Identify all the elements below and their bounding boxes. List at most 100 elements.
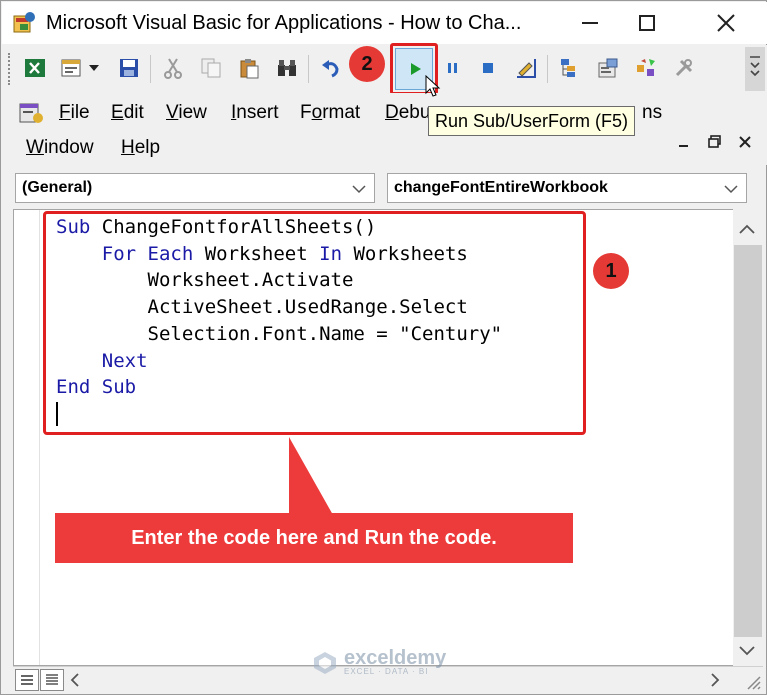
vertical-scrollbar[interactable] [733, 209, 763, 666]
view-excel-button[interactable] [22, 55, 48, 81]
chevron-down-icon [352, 185, 366, 194]
undo-icon [322, 60, 339, 78]
insert-dropdown-button[interactable] [86, 55, 102, 81]
code-line[interactable]: End Sub [56, 374, 502, 401]
procedure-dropdown[interactable]: changeFontEntireWorkbook [387, 173, 747, 203]
mouse-cursor-icon [425, 75, 441, 97]
full-module-view-button[interactable] [40, 669, 64, 691]
vba-editor-window: Microsoft Visual Basic for Applications … [0, 0, 767, 695]
toolbar-grip[interactable] [8, 53, 12, 85]
callout-pointer [289, 437, 333, 515]
menu-item-insert[interactable]: Insert [231, 102, 279, 124]
code-line[interactable]: Selection.Font.Name = "Century" [56, 321, 503, 348]
toolbar-separator [547, 55, 548, 83]
toolbar-separator [308, 55, 309, 83]
excel-view-icon [25, 59, 45, 77]
step-badge-2: 2 [349, 46, 385, 82]
toolbar-separator [150, 55, 151, 83]
object-browser-icon [637, 59, 655, 76]
code-keyword: End Sub [56, 376, 137, 399]
maximize-button[interactable] [619, 2, 675, 44]
code-line[interactable]: Next [56, 348, 502, 375]
code-text: Worksheet.Activate [56, 269, 354, 292]
maximize-icon [639, 15, 655, 31]
code-line[interactable]: For Each Worksheet In Worksheets [56, 241, 502, 268]
save-button[interactable] [116, 55, 142, 81]
code-line[interactable]: Worksheet.Activate [56, 267, 502, 294]
minimize-icon [679, 145, 688, 147]
find-icon [278, 60, 296, 76]
break-icon [448, 63, 457, 73]
module-window-icon[interactable] [18, 100, 46, 126]
menu-bar: File Edit View Insert Format Debu ns Window Hel… [2, 93, 767, 165]
exceldemy-watermark: exceldemy EXCEL · DATA · BI [312, 647, 447, 676]
code-line[interactable] [56, 401, 502, 428]
watermark-name: exceldemy [344, 647, 447, 669]
paste-button[interactable] [236, 55, 262, 81]
toolbox-button[interactable] [671, 55, 697, 81]
code-lines[interactable]: Sub ChangeFontforAllSheets() For Each Wo… [56, 214, 502, 428]
title-bar: Microsoft Visual Basic for Applications … [2, 2, 767, 44]
menu-item-file[interactable]: File [59, 102, 90, 124]
code-line[interactable]: ActiveSheet.UsedRange.Select [56, 294, 502, 321]
properties-button[interactable] [595, 55, 621, 81]
step-badge-1: 1 [593, 253, 629, 289]
menu-item-ns[interactable]: ns [642, 102, 662, 124]
close-icon [717, 14, 735, 32]
code-text: Worksheets [342, 242, 468, 265]
doc-restore-button[interactable] [708, 135, 721, 153]
project-explorer-button[interactable] [557, 55, 583, 81]
full-module-view-icon [46, 674, 58, 685]
menu-item-debu[interactable]: Debu [385, 102, 430, 124]
scroll-right-icon[interactable] [709, 673, 721, 687]
scroll-up-icon[interactable] [738, 223, 756, 235]
menu-item-window[interactable]: Window [26, 137, 94, 159]
cut-button[interactable] [160, 55, 186, 81]
find-button[interactable] [274, 55, 300, 81]
code-gutter[interactable] [14, 210, 40, 665]
insert-module-button[interactable] [58, 55, 84, 81]
code-keyword: For Each [101, 242, 194, 265]
undo-button[interactable] [318, 55, 344, 81]
code-line[interactable]: Sub ChangeFontforAllSheets() [56, 214, 502, 241]
copy-icon [201, 58, 221, 78]
chevron-down-icon [750, 56, 760, 77]
scroll-down-icon[interactable] [738, 645, 756, 657]
menu-item-format[interactable]: Format [300, 102, 360, 124]
menu-item-edit[interactable]: Edit [111, 102, 144, 124]
cut-icon [164, 58, 182, 79]
menu-item-help[interactable]: Help [121, 137, 160, 159]
design-mode-button[interactable] [513, 55, 539, 81]
close-icon [739, 136, 751, 148]
resize-grip-icon[interactable] [742, 673, 762, 691]
code-keyword: Sub [56, 216, 91, 238]
doc-minimize-button[interactable] [679, 135, 688, 147]
code-text: ActiveSheet.UsedRange.Select [56, 296, 468, 319]
scroll-left-icon[interactable] [69, 673, 81, 687]
minimize-button[interactable] [562, 2, 618, 44]
object-dropdown-value: (General) [22, 179, 93, 196]
save-icon [120, 59, 138, 77]
toolbar-overflow[interactable] [745, 47, 765, 91]
procedure-view-icon [21, 675, 33, 685]
run-tooltip: Run Sub/UserForm (F5) [428, 106, 636, 136]
procedure-dropdown-value: changeFontEntireWorkbook [394, 179, 608, 196]
menu-item-view[interactable]: View [166, 102, 207, 124]
reset-button[interactable] [475, 55, 501, 81]
procedure-view-button[interactable] [15, 669, 39, 691]
text-caret [56, 402, 58, 427]
code-keyword: In [319, 242, 343, 265]
break-button[interactable] [440, 55, 466, 81]
code-text: ChangeFontforAllSheets() [90, 216, 377, 238]
object-dropdown[interactable]: (General) [15, 173, 375, 203]
scrollbar-thumb[interactable] [734, 245, 762, 637]
close-button[interactable] [698, 2, 754, 44]
code-editor[interactable]: Sub ChangeFontforAllSheets() For Each Wo… [13, 209, 763, 666]
restore-icon [708, 135, 721, 148]
minimize-icon [582, 22, 598, 24]
copy-button[interactable] [198, 55, 224, 81]
doc-close-button[interactable] [739, 135, 751, 153]
object-browser-button[interactable] [633, 55, 659, 81]
